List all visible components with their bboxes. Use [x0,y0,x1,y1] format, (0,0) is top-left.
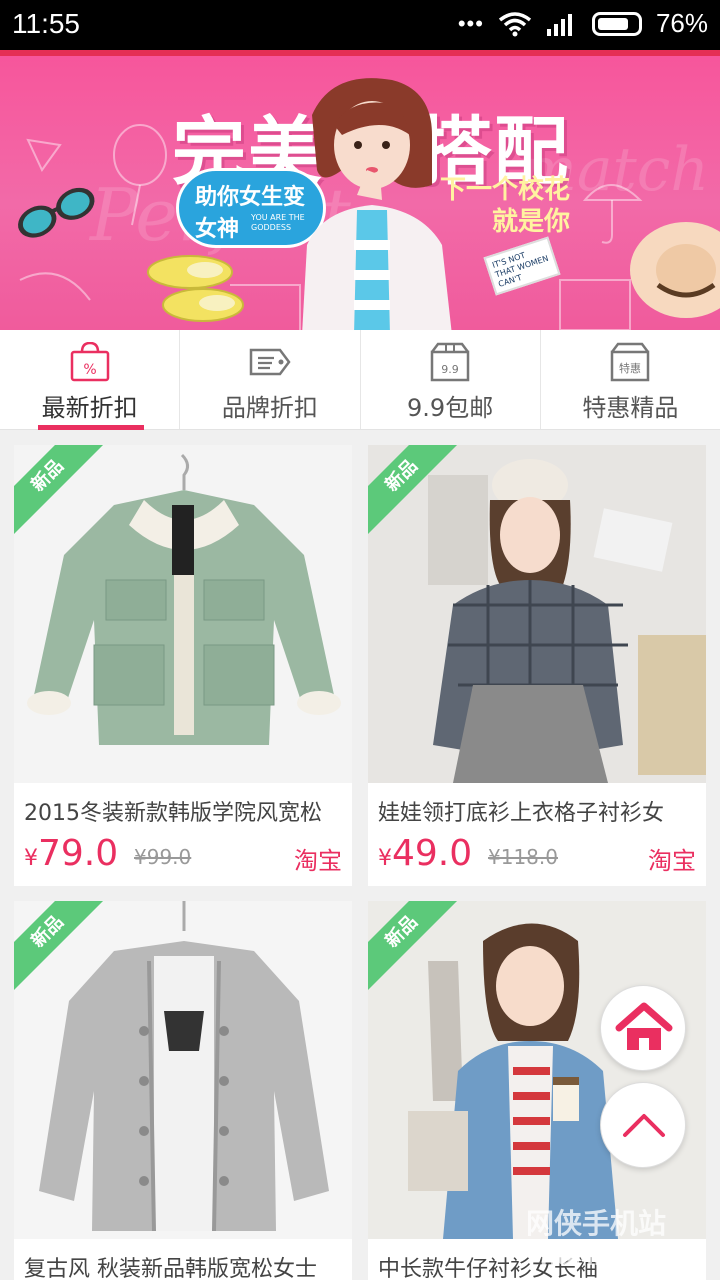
signal-icon [546,13,572,36]
notification-dots-icon: ••• [457,10,484,36]
original-price: ¥118.0 [488,845,558,869]
status-time: 11:55 [12,8,80,39]
wifi-icon [498,11,532,36]
product-name: 复古风 秋装新品韩版宽松女士 [24,1257,317,1280]
home-button[interactable] [600,985,686,1071]
tab-latest-discount[interactable]: % 最新折扣 [0,330,181,430]
bubble-line-2: 女神 [195,217,240,242]
tab-label: 最新折扣 [41,394,138,422]
product-image[interactable]: 新品 [14,445,352,783]
product-source[interactable]: 淘宝 [294,841,342,876]
back-to-top-button[interactable] [600,1082,686,1168]
jacket-image [27,453,341,745]
model-illustration [302,78,452,330]
product-card[interactable]: 新品 娃娃领打底衫上衣格子衬衫女 ¥49.0 ¥118.0 淘宝 [368,445,706,886]
product-name: 娃娃领打底衫上衣格子衬衫女 [378,801,665,826]
tab-free-shipping-9-9[interactable]: 9.9 9.9包邮 [361,330,541,429]
price-value: 49.0 [392,833,473,874]
original-price: ¥99.0 [134,845,192,869]
status-bar: 11:55 ••• 76% [0,0,720,50]
product-price: ¥79.0 [24,833,118,874]
tab-special-deals[interactable]: 特惠 特惠精品 [541,330,720,429]
battery-percent: 76% [655,8,708,38]
product-name: 2015冬装新款韩版学院风宽松 [24,801,322,826]
product-image[interactable]: 新品 [14,901,352,1239]
price-value: 79.0 [38,833,119,874]
watermark: 网侠手机站 HOME.COM [470,1190,720,1280]
watermark-line-2: HOME.COM [540,1246,667,1270]
currency-symbol: ¥ [24,846,38,871]
model-plaid-shirt-image [368,445,706,783]
category-tabs: % 最新折扣 品牌折扣 9.9 9.9包邮 特惠 特惠精品 [0,330,720,430]
tab-label: 9.9包邮 [407,394,494,422]
price-tag-icon [249,348,291,376]
tab-label: 特惠精品 [582,394,679,422]
straw-hat-icon [630,222,720,318]
product-card[interactable]: 新品 2015冬装新款韩版学院风宽松 ¥79.0 ¥99.0 淘宝 [14,445,352,886]
chevron-up-icon [623,1114,665,1137]
promo-banner[interactable]: Perfect match 完美 搭配 助你女生变 女神 YOU ARE THE… [0,50,720,330]
special-box-icon-text: 特惠 [619,361,641,375]
tab-label: 品牌折扣 [221,394,318,422]
product-card[interactable]: 新品 复古风 秋装新品韩版宽松女士 [14,901,352,1280]
box-icon: 9.9 [430,342,470,382]
product-source[interactable]: 淘宝 [648,841,696,876]
svg-text:%: % [83,362,96,378]
currency-symbol: ¥ [378,846,392,871]
tab-brand-discount[interactable]: 品牌折扣 [180,330,361,429]
sunglasses-icon [18,187,95,238]
active-tab-indicator [38,425,144,430]
product-image[interactable]: 新品 [368,445,706,783]
box-icon-text: 9.9 [441,363,459,376]
watermark-line-1: 网侠手机站 [526,1207,667,1240]
status-icons: ••• 76% [458,8,708,39]
discount-bag-icon: % [70,342,109,382]
battery-icon [591,11,642,36]
grey-cardigan-image [39,901,329,1232]
home-icon [615,1002,673,1050]
product-price: ¥49.0 [378,833,472,874]
shoes-icon [147,255,244,322]
special-box-icon: 特惠 [611,342,650,382]
